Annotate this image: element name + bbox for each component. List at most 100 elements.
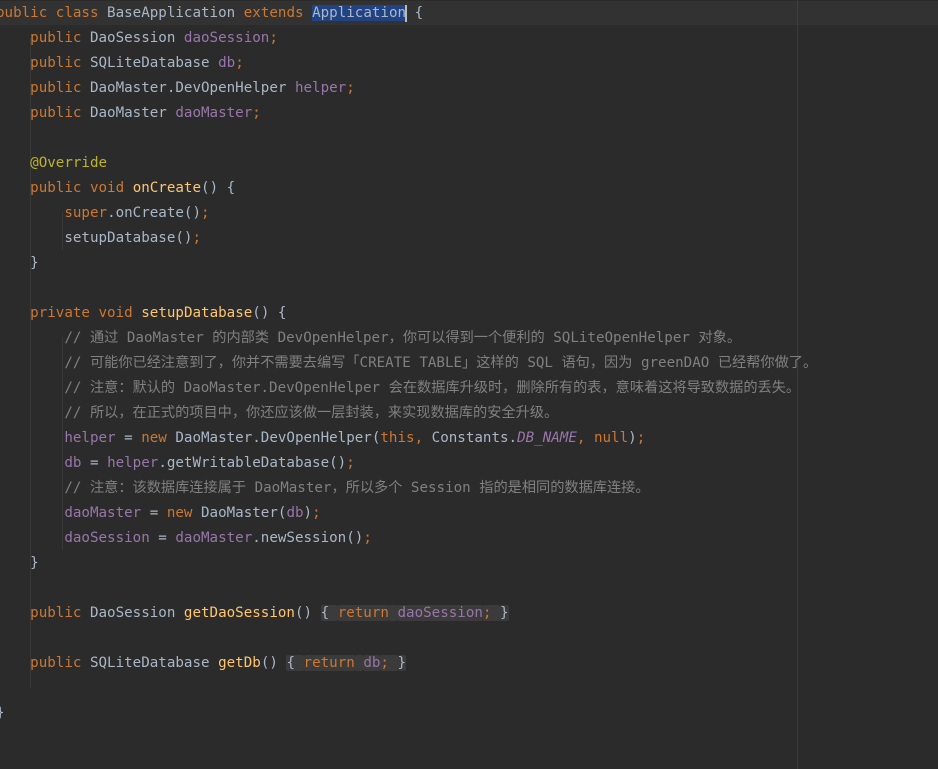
code-token: daoMaster (64, 505, 142, 521)
code-line[interactable]: public DaoSession getDaoSession() { retu… (0, 601, 509, 626)
code-token: setupDatabase() (0, 230, 193, 246)
code-token: // 所以，在正式的项目中，你还应该做一层封装，来实现数据库的安全升级。 (64, 405, 559, 421)
code-token: Constants. (431, 430, 518, 446)
code-token: { (320, 605, 338, 621)
code-token: , (414, 430, 432, 446)
code-token: this (380, 430, 415, 446)
code-line[interactable]: helper = new DaoMaster.DevOpenHelper(thi… (0, 426, 645, 451)
code-token: return (303, 655, 355, 671)
code-token: super (64, 205, 108, 221)
code-token: DaoSession (81, 30, 184, 46)
code-line[interactable]: public DaoMaster daoMaster; (0, 101, 261, 126)
code-token: () { (201, 180, 236, 196)
code-token: db (363, 655, 381, 671)
code-token: daoSession (64, 530, 150, 546)
code-token: .onCreate() (107, 205, 202, 221)
code-token: void (89, 180, 125, 196)
code-line[interactable]: public SQLiteDatabase getDb() { return d… (0, 651, 407, 676)
code-token: } (397, 655, 407, 671)
code-token: DaoMaster.DevOpenHelper( (166, 430, 381, 446)
code-token: // 注意：该数据库连接属于 DaoMaster，所以多个 Session 指的… (64, 480, 650, 496)
code-token: = (115, 430, 142, 446)
code-token: public (30, 105, 82, 121)
code-line[interactable]: public void onCreate() { (0, 176, 235, 201)
code-line[interactable]: // 注意：该数据库连接属于 DaoMaster，所以多个 Session 指的… (0, 476, 650, 501)
code-line[interactable]: // 所以，在正式的项目中，你还应该做一层封装，来实现数据库的安全升级。 (0, 401, 558, 426)
code-token: setupDatabase (141, 305, 253, 321)
code-token: class (55, 5, 99, 21)
code-token: daoMaster (175, 105, 253, 121)
code-token: public (30, 55, 82, 71)
code-token: .getWritableDatabase() (158, 455, 347, 471)
code-line[interactable]: super.onCreate(); (0, 201, 209, 226)
code-token: ; (269, 30, 278, 46)
code-token: () (260, 655, 287, 671)
code-token: ; (252, 105, 261, 121)
code-token: { (406, 5, 424, 21)
code-token: helper (64, 430, 116, 446)
code-token: = (149, 530, 176, 546)
code-token: null (593, 430, 629, 446)
code-token: new (166, 505, 193, 521)
code-token: public (30, 180, 82, 196)
code-line[interactable]: public SQLiteDatabase db; (0, 51, 244, 76)
code-line[interactable]: daoSession = daoMaster.newSession(); (0, 526, 372, 551)
code-token: ) (303, 505, 313, 521)
code-line[interactable]: @Override (0, 151, 107, 176)
code-token: ; (312, 505, 321, 521)
code-line[interactable]: } (0, 701, 5, 726)
code-line[interactable]: // 可能你已经注意到了，你并不需要去编写「CREATE TABLE」这样的 S… (0, 351, 817, 376)
code-token: void (98, 305, 133, 321)
code-line[interactable]: daoMaster = new DaoMaster(db); (0, 501, 321, 526)
code-line[interactable]: } (0, 551, 39, 576)
code-line[interactable]: // 通过 DaoMaster 的内部类 DevOpenHelper，你可以得到… (0, 326, 741, 351)
code-line[interactable]: } (0, 251, 39, 276)
code-token: { (286, 655, 304, 671)
code-token: DaoMaster( (192, 505, 287, 521)
code-token: db (286, 505, 304, 521)
code-token: public (30, 80, 82, 96)
code-token: ; (346, 455, 355, 471)
code-line[interactable]: // 注意：默认的 DaoMaster.DevOpenHelper 会在数据库升… (0, 376, 800, 401)
code-editor[interactable]: public class BaseApplication extends App… (0, 0, 938, 769)
code-line[interactable]: db = helper.getWritableDatabase(); (0, 451, 355, 476)
code-token: = (81, 455, 108, 471)
code-token: private (30, 305, 90, 321)
code-token: public (30, 655, 82, 671)
code-line[interactable]: public class BaseApplication extends App… (0, 1, 423, 26)
code-line[interactable]: private void setupDatabase() { (0, 301, 286, 326)
code-token: BaseApplication (98, 5, 244, 21)
code-token: daoSession (183, 30, 270, 46)
code-token: } (0, 705, 5, 721)
code-line[interactable]: public DaoSession daoSession; (0, 26, 278, 51)
code-token: ; (363, 530, 372, 546)
code-line[interactable]: public DaoMaster.DevOpenHelper helper; (0, 76, 355, 101)
code-token: db (64, 455, 82, 471)
code-token: new (141, 430, 167, 446)
code-line[interactable]: setupDatabase(); (0, 226, 201, 251)
code-token: public (0, 5, 48, 21)
code-token: () (294, 605, 321, 621)
code-token: ; (235, 55, 244, 71)
code-token: DaoSession (81, 605, 184, 621)
code-token: getDaoSession (183, 605, 295, 621)
code-token: .newSession() (252, 530, 364, 546)
code-token: () { (252, 305, 287, 321)
